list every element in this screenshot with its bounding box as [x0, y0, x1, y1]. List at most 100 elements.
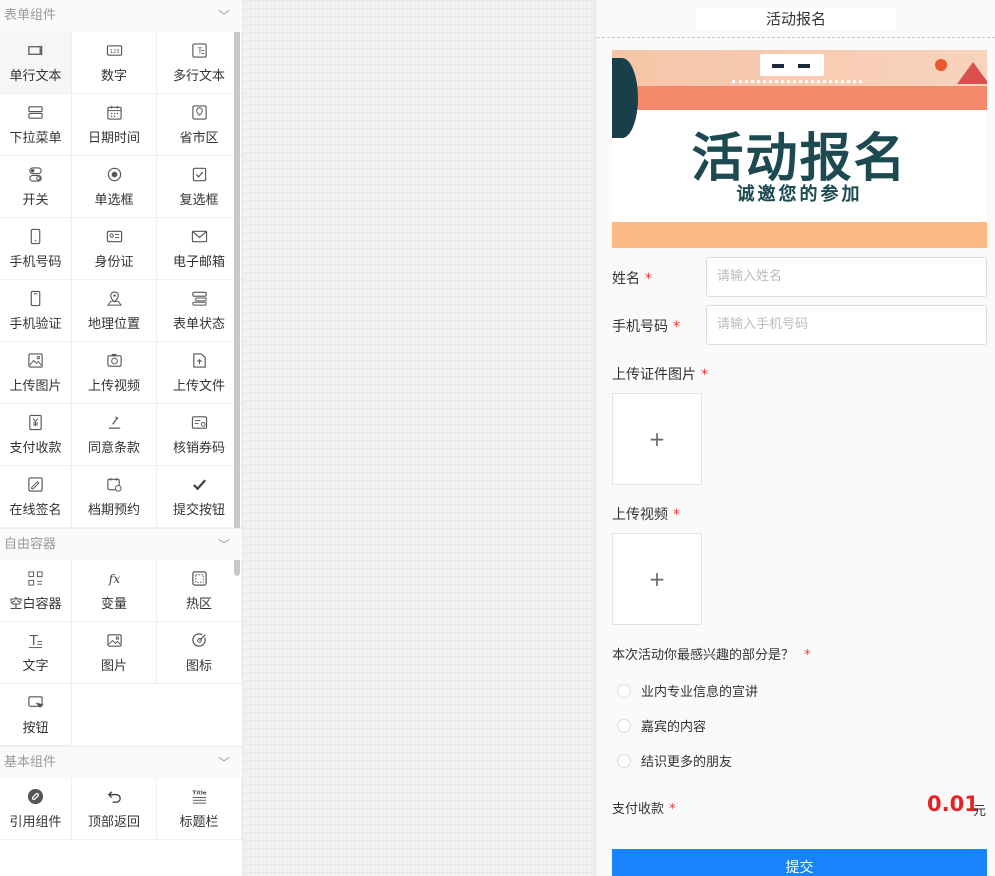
svg-text:T: T: [29, 634, 39, 649]
svg-text:123: 123: [109, 48, 119, 54]
palette-item-label: 单行文本: [9, 69, 62, 84]
palette-item[interactable]: 顶部返回: [72, 778, 157, 840]
hotspot-icon: [190, 569, 208, 587]
plus-icon: +: [648, 427, 666, 451]
palette-item[interactable]: 123 数字: [72, 32, 157, 94]
palette-item-label: 手机验证: [9, 317, 62, 332]
palette-item[interactable]: 热区: [157, 560, 242, 622]
radio-option[interactable]: 业内专业信息的宣讲: [617, 681, 758, 700]
palette-item-label: 单选框: [94, 193, 134, 208]
video-upload[interactable]: +: [612, 533, 702, 625]
link-component-icon: [27, 787, 45, 805]
palette-item-label: 引用组件: [9, 815, 62, 830]
palette-item[interactable]: 下拉菜单: [0, 94, 72, 156]
phone-icon: [27, 227, 45, 245]
radio-circle[interactable]: [617, 683, 631, 698]
palette-item[interactable]: 表单状态: [157, 280, 242, 342]
palette-scrollbar[interactable]: [234, 0, 240, 576]
required-mark: *: [673, 507, 680, 523]
switch-icon: [27, 165, 45, 183]
id-image-label-text: 上传证件图片: [612, 367, 696, 383]
section-title: 基本组件: [4, 755, 57, 770]
palette-item-label: 地理位置: [87, 317, 140, 332]
palette-item[interactable]: 上传视频: [72, 342, 157, 404]
palette-item[interactable]: T 多行文本: [157, 32, 242, 94]
banner-sign: [760, 54, 824, 76]
check-icon: [190, 475, 208, 493]
required-mark: *: [673, 319, 680, 335]
section-title: 自由容器: [4, 537, 57, 552]
palette-item[interactable]: 档期预约: [72, 466, 157, 528]
banner-subtitle: 诚邀您的参加: [736, 184, 863, 205]
palette-grid: 空白容器 fx 变量 热区 T 文字 图片 图标按钮: [0, 560, 242, 746]
palette-item[interactable]: 按钮: [0, 684, 72, 746]
id-image-label: 上传证件图片 *: [612, 364, 708, 384]
radio-circle[interactable]: [617, 753, 631, 768]
palette-item[interactable]: Title 标题栏: [157, 778, 242, 840]
palette-section-header[interactable]: 自由容器 ﹀: [0, 528, 242, 560]
palette-item[interactable]: 核销券码: [157, 404, 242, 466]
palette-item[interactable]: 在线签名: [0, 466, 72, 528]
signature-icon: [27, 475, 45, 493]
palette-item[interactable]: 身份证: [72, 218, 157, 280]
banner-sun: [935, 59, 947, 71]
palette-item[interactable]: 上传图片: [0, 342, 72, 404]
chevron-down-icon[interactable]: ﹀: [218, 529, 230, 561]
chevron-down-icon[interactable]: ﹀: [218, 747, 230, 779]
component-palette: 表单组件 ﹀ 单行文本 123 数字 T 多行文本下拉菜单 日期时间 省市区开关 单选框 复选框手机…: [0, 0, 242, 876]
palette-item[interactable]: 电子邮箱: [157, 218, 242, 280]
palette-item[interactable]: 支付收款: [0, 404, 72, 466]
palette-item[interactable]: 引用组件: [0, 778, 72, 840]
phone-input[interactable]: 请输入手机号码: [706, 305, 987, 345]
title-bar-icon: Title: [190, 787, 208, 805]
banner-mountain: [957, 62, 987, 84]
palette-item[interactable]: 手机验证: [0, 280, 72, 342]
palette-section-header[interactable]: 表单组件 ﹀: [0, 0, 242, 32]
palette-item[interactable]: 复选框: [157, 156, 242, 218]
button-icon: [27, 693, 45, 711]
palette-item[interactable]: T 文字: [0, 622, 72, 684]
palette-item-label: 核销券码: [172, 441, 225, 456]
palette-item-label: 提交按钮: [172, 503, 225, 518]
name-label: 姓名 *: [612, 268, 652, 288]
palette-item[interactable]: 空白容器: [0, 560, 72, 622]
palette-item-label: 下拉菜单: [9, 131, 62, 146]
schedule-icon: [105, 475, 123, 493]
palette-item[interactable]: 手机号码: [0, 218, 72, 280]
submit-button[interactable]: 提交: [612, 849, 987, 876]
palette-item[interactable]: 地理位置: [72, 280, 157, 342]
palette-item[interactable]: 日期时间: [72, 94, 157, 156]
chevron-down-icon[interactable]: ﹀: [218, 0, 230, 32]
id-image-upload[interactable]: +: [612, 393, 702, 485]
text-icon: T: [27, 631, 45, 649]
video-label-text: 上传视频: [612, 507, 668, 523]
palette-item[interactable]: fx 变量: [72, 560, 157, 622]
palette-item[interactable]: 图片: [72, 622, 157, 684]
question-label-text: 本次活动你最感兴趣的部分是？: [612, 648, 795, 663]
palette-item[interactable]: 单行文本: [0, 32, 72, 94]
palette-item[interactable]: 上传文件: [157, 342, 242, 404]
radio-circle[interactable]: [617, 718, 631, 733]
design-canvas[interactable]: [242, 0, 597, 876]
palette-item-label: 上传视频: [87, 379, 140, 394]
palette-item[interactable]: 开关: [0, 156, 72, 218]
palette-item[interactable]: 图标: [157, 622, 242, 684]
palette-item[interactable]: 单选框: [72, 156, 157, 218]
name-input[interactable]: 请输入姓名: [706, 257, 987, 297]
radio-option[interactable]: 嘉宾的内容: [617, 716, 706, 735]
required-mark: *: [804, 648, 811, 663]
number-icon: 123: [105, 41, 123, 59]
palette-item[interactable]: 提交按钮: [157, 466, 242, 528]
dropdown-icon: [27, 103, 45, 121]
required-mark: *: [645, 271, 652, 287]
fx-icon: fx: [105, 569, 123, 587]
phone-verify-icon: [27, 289, 45, 307]
page-title[interactable]: 活动报名: [696, 7, 896, 30]
section-title: 表单组件: [4, 8, 57, 23]
palette-section-header[interactable]: 基本组件 ﹀: [0, 746, 242, 778]
palette-item[interactable]: 省市区: [157, 94, 242, 156]
phone-preview: 活动报名 活动报名 诚邀您的参加 姓名 * 请输入姓名 手机号码 * 请输入手机号码…: [597, 0, 995, 876]
palette-item[interactable]: 同意条款: [72, 404, 157, 466]
radio-option[interactable]: 结识更多的朋友: [617, 751, 732, 770]
event-banner[interactable]: 活动报名 诚邀您的参加: [612, 50, 987, 248]
